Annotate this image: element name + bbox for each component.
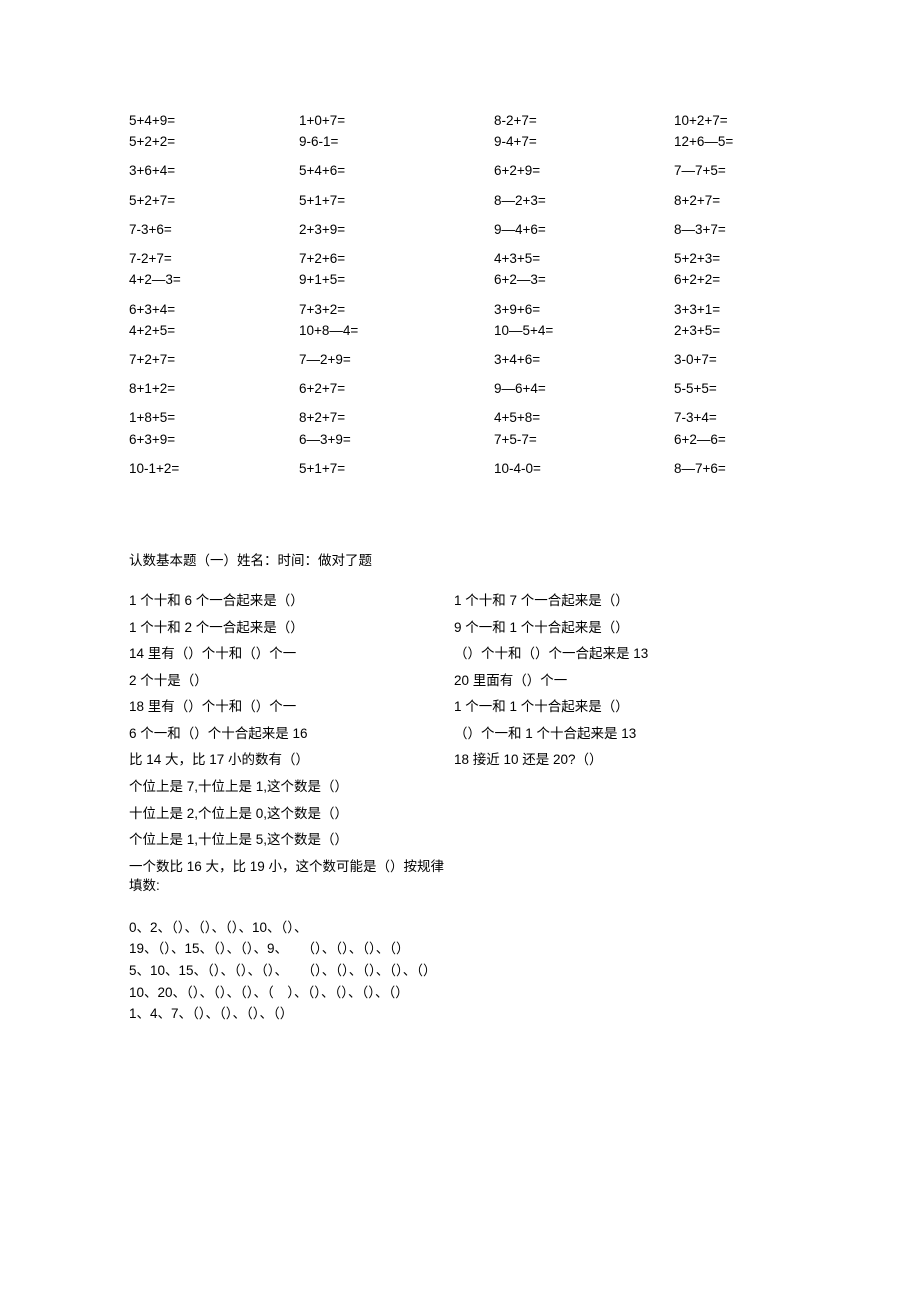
- qa-left: 1 个十和 6 个一合起来是（）: [129, 591, 454, 611]
- equation-cell: 8+1+2=: [129, 380, 299, 409]
- equation-cell: 5+1+7=: [299, 460, 494, 489]
- equation-cell: 3-0+7=: [674, 351, 809, 380]
- qa-left: 6 个一和（）个十合起来是 16: [129, 724, 454, 744]
- equation-cell: 7+3+2=: [299, 301, 494, 322]
- sequence-line: 19、（）、15、（）、（）、9、 （）、（）、（）、（）: [129, 939, 920, 959]
- equation-cell: 5+2+2=: [129, 133, 299, 162]
- qa-row: 6 个一和（）个十合起来是 16（）个一和 1 个十合起来是 13: [129, 724, 920, 744]
- equation-cell: 10-4-0=: [494, 460, 674, 489]
- qa-row: 2 个十是（）20 里面有（）个一: [129, 671, 920, 691]
- qa-row: 1 个十和 6 个一合起来是（）1 个十和 7 个一合起来是（）: [129, 591, 920, 611]
- equation-cell: 10-1+2=: [129, 460, 299, 489]
- qa-row: 个位上是 1,十位上是 5,这个数是（）: [129, 830, 920, 850]
- qa-left: 18 里有（）个十和（）个一: [129, 697, 454, 717]
- equation-cell: 6+2+7=: [299, 380, 494, 409]
- equation-cell: 5+4+6=: [299, 162, 494, 191]
- equation-cell: 4+3+5=: [494, 250, 674, 271]
- qa-right: 1 个一和 1 个十合起来是（）: [454, 697, 629, 717]
- equation-cell: 8—3+7=: [674, 221, 809, 250]
- equation-cell: 4+2—3=: [129, 271, 299, 300]
- sequence-line: 10、20、（）、（）、（）、（ ）、（）、（）、（）、（）: [129, 983, 920, 1003]
- equation-cell: 10+8—4=: [299, 322, 494, 351]
- qa-left: 十位上是 2,个位上是 0,这个数是（）: [129, 804, 454, 824]
- qa-row: 比 14 大，比 17 小的数有（）18 接近 10 还是 20?（）: [129, 750, 920, 770]
- equation-cell: 7+2+7=: [129, 351, 299, 380]
- equation-cell: 7+5-7=: [494, 431, 674, 460]
- equation-cell: 6+2+9=: [494, 162, 674, 191]
- equation-cell: 3+6+4=: [129, 162, 299, 191]
- sequence-line: 0、2、（）、（）、（）、10、（）、: [129, 918, 920, 938]
- equation-cell: 1+0+7=: [299, 112, 494, 133]
- equation-cell: 5+2+3=: [674, 250, 809, 271]
- equation-cell: 9-6-1=: [299, 133, 494, 162]
- equation-cell: 6—3+9=: [299, 431, 494, 460]
- qa-left: 一个数比 16 大，比 19 小，这个数可能是（）按规律填数:: [129, 857, 454, 896]
- equation-cell: 7-2+7=: [129, 250, 299, 271]
- qa-container: 1 个十和 6 个一合起来是（）1 个十和 7 个一合起来是（）1 个十和 2 …: [129, 591, 920, 896]
- qa-left: 2 个十是（）: [129, 671, 454, 691]
- qa-left: 比 14 大，比 17 小的数有（）: [129, 750, 454, 770]
- equation-cell: 12+6—5=: [674, 133, 809, 162]
- qa-right: （）个十和（）个一合起来是 13: [454, 644, 648, 664]
- equation-cell: 1+8+5=: [129, 409, 299, 430]
- qa-right: 18 接近 10 还是 20?（）: [454, 750, 603, 770]
- equation-cell: 10—5+4=: [494, 322, 674, 351]
- equation-cell: 7—2+9=: [299, 351, 494, 380]
- sequence-line: 1、4、7、（）、（）、（）、（）: [129, 1004, 920, 1024]
- sequence-line: 5、10、15、（）、（）、（）、 （）、（）、（）、（）、（）: [129, 961, 920, 981]
- equation-cell: 8+2+7=: [299, 409, 494, 430]
- qa-row: 18 里有（）个十和（）个一1 个一和 1 个十合起来是（）: [129, 697, 920, 717]
- qa-left: 1 个十和 2 个一合起来是（）: [129, 618, 454, 638]
- equation-cell: 3+9+6=: [494, 301, 674, 322]
- equation-cell: 6+3+9=: [129, 431, 299, 460]
- equation-cell: 3+4+6=: [494, 351, 674, 380]
- equation-cell: 8-2+7=: [494, 112, 674, 133]
- equation-cell: 9—4+6=: [494, 221, 674, 250]
- equation-cell: 10+2+7=: [674, 112, 809, 133]
- qa-right: 20 里面有（）个一: [454, 671, 567, 691]
- equation-cell: 6+3+4=: [129, 301, 299, 322]
- qa-row: 十位上是 2,个位上是 0,这个数是（）: [129, 804, 920, 824]
- equation-cell: 8—7+6=: [674, 460, 809, 489]
- equation-cell: 4+5+8=: [494, 409, 674, 430]
- equation-cell: 5+4+9=: [129, 112, 299, 133]
- equation-cell: 7—7+5=: [674, 162, 809, 191]
- equation-cell: 7+2+6=: [299, 250, 494, 271]
- qa-right: 1 个十和 7 个一合起来是（）: [454, 591, 629, 611]
- equation-cell: 9+1+5=: [299, 271, 494, 300]
- equation-cell: 4+2+5=: [129, 322, 299, 351]
- qa-left: 个位上是 1,十位上是 5,这个数是（）: [129, 830, 454, 850]
- equation-cell: 7-3+6=: [129, 221, 299, 250]
- qa-row: 一个数比 16 大，比 19 小，这个数可能是（）按规律填数:: [129, 857, 920, 896]
- equation-cell: 6+2+2=: [674, 271, 809, 300]
- equation-cell: 9-4+7=: [494, 133, 674, 162]
- equation-cell: 5+2+7=: [129, 192, 299, 221]
- equation-cell: 7-3+4=: [674, 409, 809, 430]
- qa-left: 个位上是 7,十位上是 1,这个数是（）: [129, 777, 454, 797]
- section-title: 认数基本题（一）姓名：时间：做对了题: [129, 549, 920, 569]
- qa-row: 14 里有（）个十和（）个一（）个十和（）个一合起来是 13: [129, 644, 920, 664]
- qa-right: （）个一和 1 个十合起来是 13: [454, 724, 636, 744]
- equation-cell: 8+2+7=: [674, 192, 809, 221]
- equation-cell: 6+2—3=: [494, 271, 674, 300]
- equation-cell: 6+2—6=: [674, 431, 809, 460]
- equation-cell: 5+1+7=: [299, 192, 494, 221]
- qa-row: 个位上是 7,十位上是 1,这个数是（）: [129, 777, 920, 797]
- qa-left: 14 里有（）个十和（）个一: [129, 644, 454, 664]
- equation-cell: 2+3+5=: [674, 322, 809, 351]
- equation-table: 5+4+9=1+0+7=8-2+7=10+2+7= 5+2+2=9-6-1=9-4…: [129, 112, 809, 489]
- equation-cell: 9—6+4=: [494, 380, 674, 409]
- qa-right: 9 个一和 1 个十合起来是（）: [454, 618, 629, 638]
- equation-cell: 3+3+1=: [674, 301, 809, 322]
- equation-cell: 5-5+5=: [674, 380, 809, 409]
- qa-row: 1 个十和 2 个一合起来是（）9 个一和 1 个十合起来是（）: [129, 618, 920, 638]
- equation-cell: 8—2+3=: [494, 192, 674, 221]
- sequence-block: 0、2、（）、（）、（）、10、（）、19、（）、15、（）、（）、9、 （）、…: [129, 918, 920, 1024]
- equation-cell: 2+3+9=: [299, 221, 494, 250]
